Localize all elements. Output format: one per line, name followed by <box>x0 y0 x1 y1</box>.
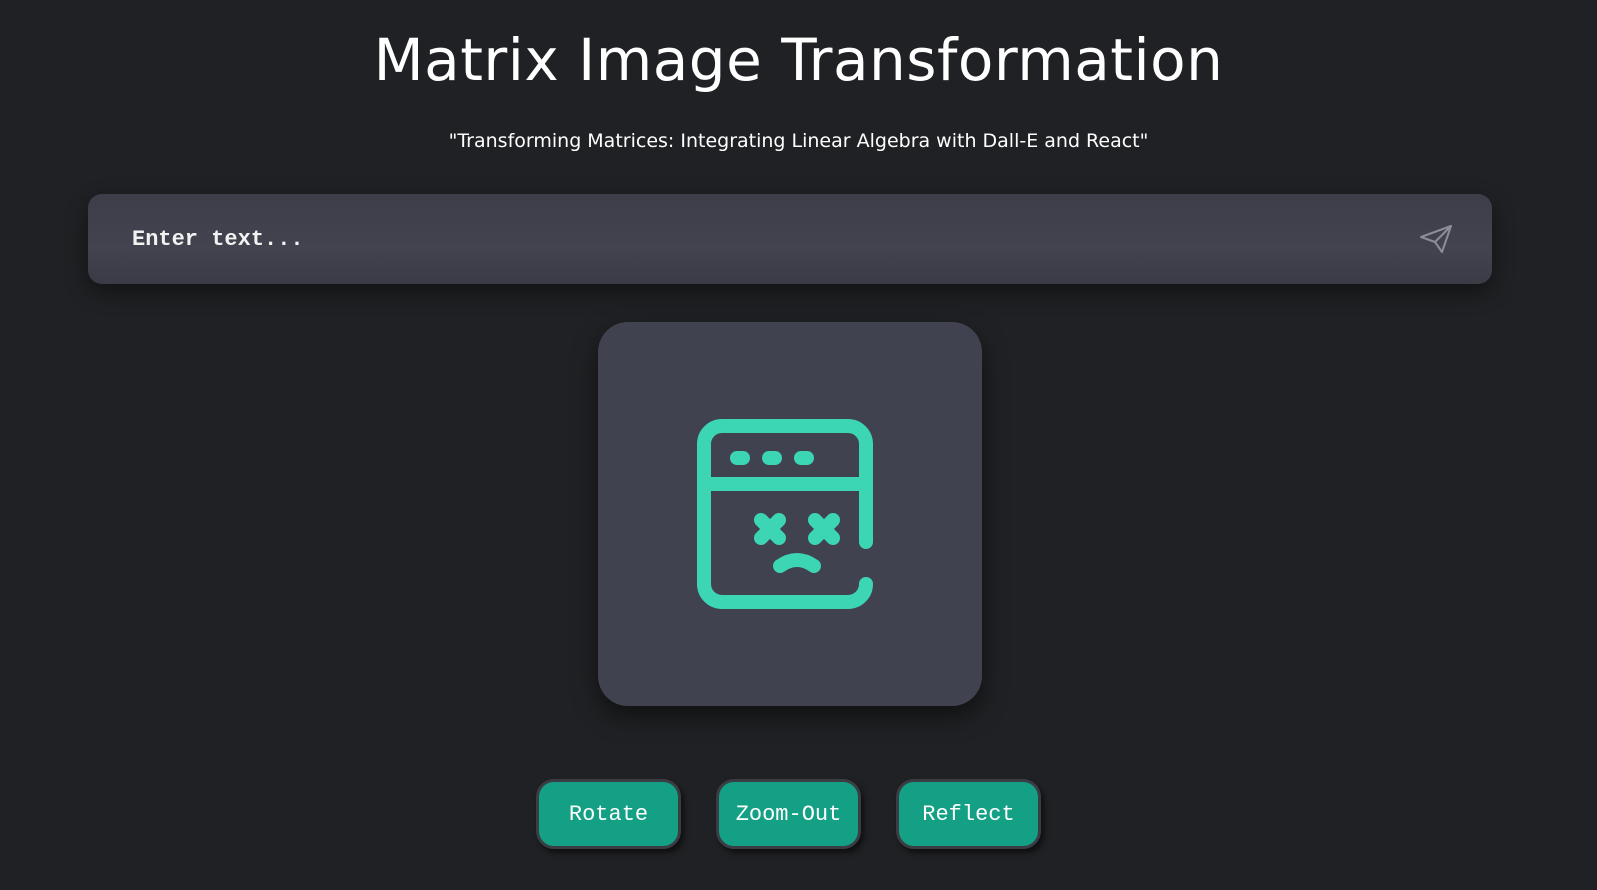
zoom-out-button[interactable]: Zoom-Out <box>716 779 861 849</box>
prompt-input[interactable] <box>132 194 1332 284</box>
paper-plane-icon <box>1420 225 1452 253</box>
transform-actions: Rotate Zoom-Out Reflect <box>0 779 1597 851</box>
reflect-button[interactable]: Reflect <box>896 779 1041 849</box>
image-preview <box>598 322 982 706</box>
prompt-bar <box>88 194 1492 284</box>
browser-error-sad-face-icon <box>697 419 873 609</box>
page-title: Matrix Image Transformation <box>373 26 1224 94</box>
rotate-button[interactable]: Rotate <box>536 779 681 849</box>
send-button[interactable] <box>1416 220 1456 258</box>
page-subtitle: "Transforming Matrices: Integrating Line… <box>448 130 1149 152</box>
page: Matrix Image Transformation "Transformin… <box>0 0 1597 890</box>
